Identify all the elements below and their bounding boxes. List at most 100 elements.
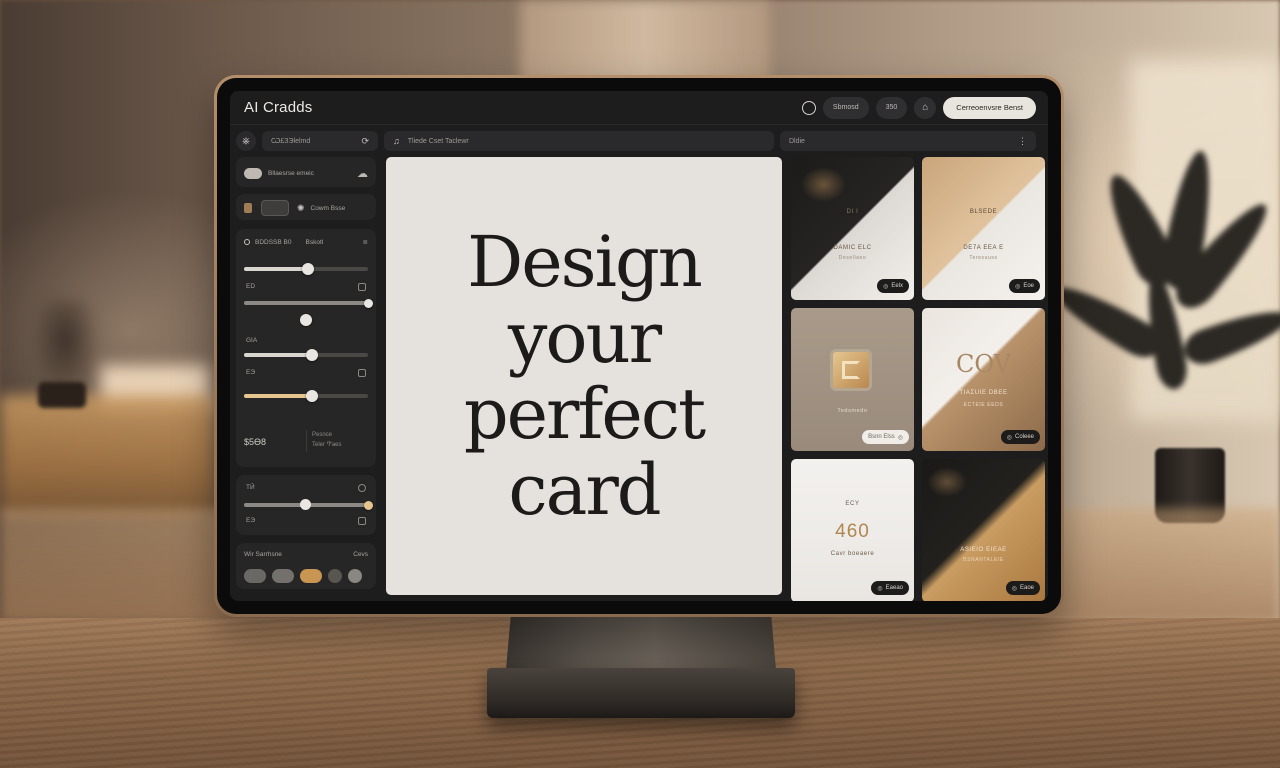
price-note-2: Teler Ͳaes bbox=[312, 442, 342, 448]
card-monogram: COV bbox=[956, 350, 1011, 378]
slider-1[interactable] bbox=[244, 263, 368, 275]
app-screen: AI Cradds Sbmosd 350 ⌂ Cerreoenvsre Bens… bbox=[230, 91, 1048, 601]
prompt-input[interactable]: ♫ Tliede Cset Taclewr bbox=[384, 131, 774, 151]
gear-icon[interactable]: ✺ bbox=[297, 203, 305, 214]
template-card[interactable]: BLSEDE DE7A EEA E Teresuuss ◎ Eoe bbox=[922, 157, 1045, 300]
color-swatch[interactable] bbox=[244, 569, 266, 583]
label-4: ТӢ bbox=[246, 484, 255, 491]
slider-marker[interactable] bbox=[300, 499, 311, 510]
music-icon: ♫ bbox=[393, 136, 400, 146]
eye-icon: ◎ bbox=[877, 585, 883, 592]
eye-icon: ◎ bbox=[1011, 585, 1017, 592]
card-text-3: Desellaeo bbox=[838, 255, 867, 261]
radio-icon[interactable] bbox=[244, 239, 250, 245]
color-swatch[interactable] bbox=[328, 569, 342, 583]
slider-4[interactable] bbox=[244, 349, 368, 361]
slider-5[interactable] bbox=[244, 390, 368, 402]
adjust-tag: Bskotl bbox=[305, 238, 324, 246]
search-row: ⎈ Ѡ£ЗЭlelmd ⟳ ♫ Tliede Cset Taclewr Dldi… bbox=[236, 131, 1042, 151]
tools-label: Cowm Bsse bbox=[310, 204, 346, 212]
card-text-1: BLSEDE bbox=[969, 209, 998, 215]
create-button[interactable]: Cerreoenvsre Benst bbox=[943, 96, 1036, 119]
cloud-icon[interactable]: ☁ bbox=[357, 167, 368, 180]
color-swatch[interactable] bbox=[348, 569, 362, 583]
eye-icon: ◎ bbox=[897, 434, 903, 441]
adjust-title: BDDSSB B0 bbox=[255, 238, 292, 246]
gold-texture bbox=[927, 467, 967, 497]
home-icon[interactable]: ⌂ bbox=[914, 96, 937, 119]
template-card[interactable]: COV ΤΙΑΣUIE DBΕΕ ECTEIE EEDS ◎ Coleee bbox=[922, 308, 1045, 451]
card-select-button[interactable]: ◎ Eoe bbox=[1009, 279, 1040, 293]
radio-2[interactable] bbox=[358, 484, 366, 492]
image-tool-icon[interactable] bbox=[261, 200, 289, 216]
palette-tag: Cevs bbox=[353, 551, 368, 558]
label-2: GIA bbox=[246, 337, 258, 344]
top-pill-number[interactable]: 350 bbox=[875, 96, 908, 119]
plant-right bbox=[1046, 147, 1280, 470]
top-actions: Sbmosd 350 ⌂ Cerreoenvsre Benst bbox=[801, 96, 1036, 119]
slider-knob[interactable] bbox=[300, 314, 312, 326]
price-note-1: Pesnce bbox=[312, 432, 333, 438]
card-select-button[interactable]: ◎ Eaoe bbox=[1005, 581, 1040, 595]
profile-panel[interactable]: Bllaesrse emeic ☁ bbox=[236, 157, 376, 187]
card-text-2: DE7A EEA E bbox=[963, 245, 1004, 251]
extras-panel: ТӢ ЕЭ bbox=[236, 475, 376, 535]
monitor-bezel: AI Cradds Sbmosd 350 ⌂ Cerreoenvsre Bens… bbox=[217, 78, 1061, 614]
filter-input[interactable]: Dldie ⋮ bbox=[780, 131, 1036, 151]
profile-avatar bbox=[244, 168, 262, 179]
price-value: $5Ѳ8 bbox=[244, 437, 267, 447]
prompt-text: Tliede Cset Taclewr bbox=[407, 137, 469, 145]
template-card[interactable]: ASIEIO EIEAE BSNANTALEIE ◎ Eaoe bbox=[922, 459, 1045, 601]
card-select-button[interactable]: ◎ Coleee bbox=[1000, 430, 1040, 444]
menu-icon[interactable]: ≣ bbox=[363, 238, 368, 246]
checkbox-3[interactable] bbox=[358, 517, 366, 525]
slider-3[interactable] bbox=[244, 314, 368, 326]
monitor-stand-base bbox=[487, 668, 795, 718]
canvas-headline: Design your perfect card bbox=[463, 221, 706, 531]
filter-text: Dldie bbox=[789, 137, 805, 145]
card-select-button[interactable]: ◎ Eelx bbox=[877, 279, 909, 293]
circle-icon[interactable] bbox=[801, 100, 816, 115]
card-text-2: ΤΙΑΣUIE DBΕΕ bbox=[959, 390, 1008, 396]
card-text-2: ASIEIO EIEAE bbox=[960, 547, 1007, 553]
divider bbox=[306, 430, 307, 452]
app-title: AI Cradds bbox=[244, 99, 313, 116]
slider-knob[interactable] bbox=[306, 349, 319, 361]
checkbox-2[interactable] bbox=[358, 369, 366, 377]
monitor: AI Cradds Sbmosd 350 ⌂ Cerreoenvsre Bens… bbox=[214, 75, 1064, 617]
tools-panel: ✺ Cowm Bsse bbox=[236, 194, 376, 220]
card-select-button[interactable]: ◎ Eaeao bbox=[871, 581, 909, 595]
card-canvas[interactable]: Design your perfect card bbox=[386, 157, 782, 595]
refresh-icon[interactable]: ⟳ bbox=[361, 136, 369, 147]
card-text-1: DI I bbox=[846, 209, 859, 215]
search-input[interactable]: Ѡ£ЗЭlelmd ⟳ bbox=[262, 131, 378, 151]
slider-knob[interactable] bbox=[306, 390, 319, 402]
settings-icon[interactable]: ⎈ bbox=[236, 131, 256, 151]
monitor-stand-neck bbox=[505, 610, 777, 672]
card-number: 460 bbox=[835, 521, 870, 542]
layer-icon[interactable] bbox=[244, 203, 252, 213]
card-text-3: ECTEIE EEDS bbox=[963, 402, 1004, 408]
sidebar: Bllaesrse emeic ☁ ✺ Cowm Bsse BDDSSB B0 … bbox=[236, 157, 376, 595]
profile-label: Bllaesrse emeic bbox=[268, 170, 314, 177]
checkbox-1[interactable] bbox=[358, 283, 366, 291]
slider-knob[interactable] bbox=[302, 263, 315, 275]
adjust-panel: BDDSSB B0 Bskotl ≣ ED GIA ЕЭ $5Ѳ8 Pesnce… bbox=[236, 229, 376, 467]
card-text-1: ECY bbox=[845, 501, 860, 507]
card-select-button[interactable]: Bsnn Elss ◎ bbox=[862, 430, 909, 444]
color-swatch[interactable] bbox=[272, 569, 294, 583]
top-pill-button[interactable]: Sbmosd bbox=[822, 96, 869, 119]
slider-knob[interactable] bbox=[363, 500, 373, 510]
plant-pot-left bbox=[38, 382, 86, 408]
template-card[interactable]: Tedsmedo Bsnn Elss ◎ bbox=[791, 308, 914, 451]
more-dots-icon[interactable]: ⋮ bbox=[1018, 136, 1027, 147]
color-swatch[interactable] bbox=[300, 569, 322, 583]
template-card[interactable]: ECY 460 Cavr boeaere ◎ Eaeao bbox=[791, 459, 914, 601]
slider-knob[interactable] bbox=[363, 298, 373, 308]
slider-2[interactable] bbox=[244, 298, 373, 308]
top-bar: AI Cradds Sbmosd 350 ⌂ Cerreoenvsre Bens… bbox=[230, 91, 1048, 125]
label-5: ЕЭ bbox=[246, 517, 256, 524]
template-card[interactable]: DI I DAMIC ELC Desellaeo ◎ Eelx bbox=[791, 157, 914, 300]
label-3: ЕЭ bbox=[246, 369, 256, 376]
monogram-icon bbox=[833, 352, 869, 388]
